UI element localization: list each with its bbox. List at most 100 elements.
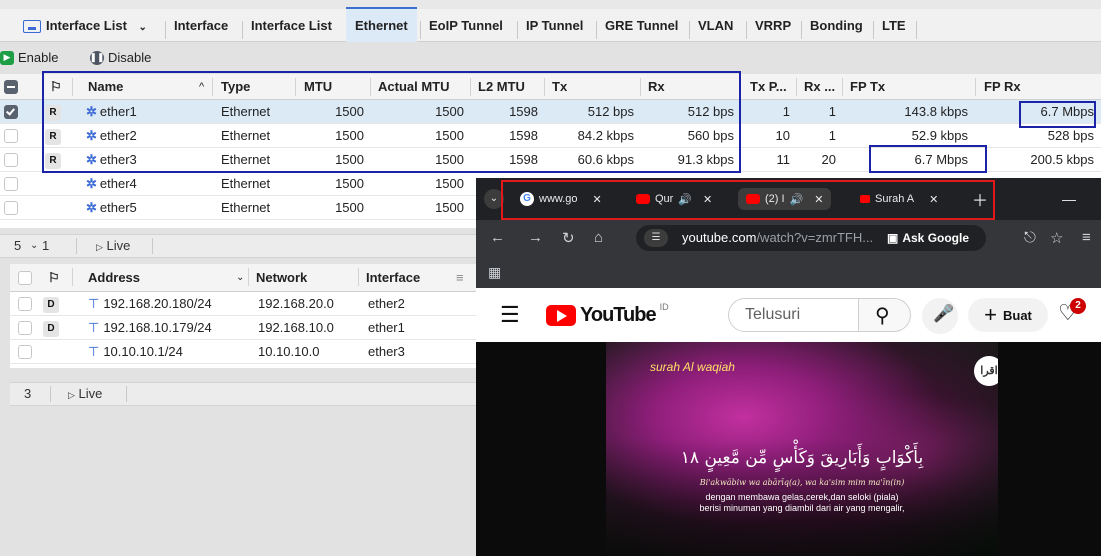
menu-icon[interactable]: ≡ xyxy=(456,264,464,292)
select-all-checkbox[interactable] xyxy=(4,80,18,94)
row-address: ⊤ 192.168.10.179/24 xyxy=(88,320,212,335)
row-address: ⊤ 10.10.10.1/24 xyxy=(88,344,183,359)
row-checkbox[interactable] xyxy=(18,321,32,335)
video-title: surah Al waqiah xyxy=(650,360,735,374)
col-fp-tx[interactable]: FP Tx xyxy=(850,74,885,100)
tab-ip-tunnel[interactable]: IP Tunnel xyxy=(517,9,592,42)
site-info-icon: ☰ xyxy=(644,229,668,247)
column-separator xyxy=(975,78,976,96)
col-address[interactable]: Address xyxy=(88,264,140,292)
row-tx-packets: 10 xyxy=(775,128,790,143)
tab-lte[interactable]: LTE xyxy=(873,9,915,42)
create-button[interactable]: + Buat xyxy=(968,298,1048,332)
status-separator xyxy=(76,238,77,254)
youtube-header: ☰ YouTube ID Telusuri ⚲ 🎤 + Buat ♡ 2 xyxy=(476,288,1101,342)
row-actual-mtu: 1500 xyxy=(435,200,464,215)
arabic-verse: بِأَكْوَابٍ وَأَبَارِيقَ وَكَأْسٍ مِّن م… xyxy=(680,448,924,468)
ethernet-port-icon: ✲ xyxy=(86,176,97,191)
chevron-down-icon: ⌄ xyxy=(138,22,147,33)
tab-vlan[interactable]: VLAN xyxy=(689,9,742,42)
tab-eoip-tunnel[interactable]: EoIP Tunnel xyxy=(420,9,512,42)
extensions-icon[interactable]: ≡ xyxy=(1082,229,1091,246)
forward-icon[interactable]: → xyxy=(528,229,543,246)
star-icon[interactable]: ☆ xyxy=(1050,229,1063,247)
back-icon[interactable]: ← xyxy=(490,229,505,246)
menu-icon[interactable]: ☰ xyxy=(500,302,520,328)
ethernet-port-icon: ✲ xyxy=(86,200,97,215)
table-row[interactable]: ⊤ 10.10.10.1/24 10.10.10.0 ether3 xyxy=(10,340,476,364)
ask-google-button[interactable]: ▣ Ask Google xyxy=(881,228,976,248)
col-fp-rx[interactable]: FP Rx xyxy=(984,74,1021,100)
select-all-checkbox[interactable] xyxy=(18,271,32,285)
bookmarks-bar: ▦ xyxy=(476,256,1101,288)
search-input[interactable]: Telusuri xyxy=(728,298,859,332)
status-separator xyxy=(50,386,51,402)
row-type: Ethernet xyxy=(221,200,271,215)
notifications-button[interactable]: ♡ 2 xyxy=(1056,298,1090,330)
video-player[interactable]: surah Al waqiah اقرا بِأَكْوَابٍ وَأَبَا… xyxy=(476,342,1101,556)
tab-gre-tunnel[interactable]: GRE Tunnel xyxy=(596,9,687,42)
search-icon: ⚲ xyxy=(875,305,890,327)
live-toggle[interactable]: ▷ Live xyxy=(96,235,130,257)
tab-bonding[interactable]: Bonding xyxy=(801,9,872,42)
apps-grid-icon[interactable]: ▦ xyxy=(488,264,501,281)
row-rx-packets: 20 xyxy=(821,152,836,167)
lens-icon: ▣ xyxy=(887,231,899,245)
address-table: ⚐ Address ⌄ Network Interface ≡ D ⊤ 192.1… xyxy=(10,264,476,368)
play-icon: ▷ xyxy=(96,242,103,252)
tab-ethernet[interactable]: Ethernet xyxy=(346,7,417,42)
home-icon[interactable]: ⌂ xyxy=(594,229,603,246)
install-icon[interactable]: ⎋ xyxy=(1024,229,1036,246)
col-rx-packets[interactable]: Rx ... xyxy=(804,74,835,100)
row-fp-tx: 143.8 kbps xyxy=(904,104,968,119)
chevron-down-icon: ⌄ xyxy=(236,272,245,283)
search-button[interactable]: ⚲ xyxy=(859,298,911,332)
row-checkbox[interactable] xyxy=(4,153,18,167)
tab-interface[interactable]: Interface xyxy=(165,9,237,42)
address-status-bar: 3 ▷ Live xyxy=(10,382,476,406)
status-separator xyxy=(152,238,153,254)
play-icon: ▶ xyxy=(0,50,14,65)
column-separator xyxy=(796,78,797,96)
enable-button[interactable]: ▶ Enable xyxy=(0,50,58,65)
row-checkbox[interactable] xyxy=(4,201,18,215)
row-network: 10.10.10.0 xyxy=(258,344,320,359)
row-fp-rx: 200.5 kbps xyxy=(1030,152,1094,167)
table-row[interactable]: D ⊤ 192.168.10.179/24 192.168.10.0 ether1 xyxy=(10,316,476,340)
video-frame: surah Al waqiah اقرا بِأَكْوَابٍ وَأَبَا… xyxy=(606,342,998,556)
row-address: ⊤ 192.168.20.180/24 xyxy=(88,296,212,311)
row-checkbox[interactable] xyxy=(4,105,18,119)
row-actual-mtu: 1500 xyxy=(435,176,464,191)
network-icon: ⊤ xyxy=(88,320,100,335)
tab-interface-list-dropdown[interactable]: Interface List ⌄ xyxy=(14,9,156,42)
col-interface[interactable]: Interface xyxy=(366,264,420,292)
disable-button[interactable]: ❚❚ Disable xyxy=(89,50,151,65)
interface-list-icon xyxy=(23,20,41,34)
row-mtu: 1500 xyxy=(335,176,364,191)
tab-interface-list[interactable]: Interface List xyxy=(242,9,341,42)
microphone-icon: 🎤 xyxy=(933,304,955,323)
tab-vrrp[interactable]: VRRP xyxy=(746,9,800,42)
row-checkbox[interactable] xyxy=(4,129,18,143)
col-network[interactable]: Network xyxy=(256,264,307,292)
row-tx-packets: 1 xyxy=(782,104,790,119)
browser-toolbar: ← → ↻ ⌂ ☰ youtube.com/watch?v=zmrTFH... … xyxy=(476,220,1101,256)
voice-search-button[interactable]: 🎤 xyxy=(922,298,958,334)
row-interface: ether2 xyxy=(368,296,405,311)
minimize-button[interactable]: — xyxy=(1062,188,1076,210)
row-checkbox[interactable] xyxy=(18,345,32,359)
row-interface: ether1 xyxy=(368,320,405,335)
row-checkbox[interactable] xyxy=(18,297,32,311)
reload-icon[interactable]: ↻ xyxy=(562,229,575,247)
notification-badge: 2 xyxy=(1070,298,1086,314)
table-row[interactable]: D ⊤ 192.168.20.180/24 192.168.20.0 ether2 xyxy=(10,292,476,316)
live-toggle[interactable]: ▷ Live xyxy=(68,383,102,405)
network-icon: ⊤ xyxy=(88,344,100,359)
row-checkbox[interactable] xyxy=(4,177,18,191)
minimize-icon: — xyxy=(1062,191,1076,207)
network-icon: ⊤ xyxy=(88,296,100,311)
browser-window: ⌄ G www.go ✕ Qur 🔊 ✕ (2) I 🔊 ✕ Surah A ✕… xyxy=(476,178,1101,556)
col-tx-packets[interactable]: Tx P... xyxy=(750,74,787,100)
youtube-logo[interactable]: YouTube ID xyxy=(546,302,669,327)
pause-icon: ❚❚ xyxy=(89,50,105,65)
